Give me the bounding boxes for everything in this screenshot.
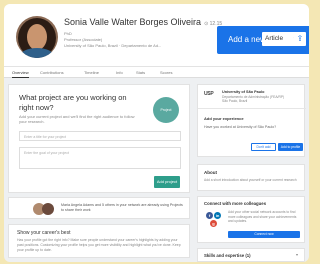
connect-title: Connect with more colleagues bbox=[204, 201, 267, 206]
experience-title: Add your experience bbox=[204, 116, 244, 121]
add-project-button[interactable]: Add project bbox=[154, 176, 180, 188]
upload-icon[interactable]: ⇪ bbox=[294, 32, 306, 46]
collaborator-avatar[interactable] bbox=[42, 203, 54, 215]
profile-affiliation[interactable]: University of São Paulo, Brazil · Depart… bbox=[64, 43, 161, 48]
institution-logo: USP bbox=[204, 91, 214, 97]
chevron-down-icon[interactable]: ▾ bbox=[296, 252, 298, 257]
skills-title-text: Skills and expertise bbox=[204, 253, 245, 258]
tab-info[interactable]: Info bbox=[116, 70, 123, 75]
profile-page: Sonia Valle Walter Borges Oliveira ⊙ 12.1… bbox=[4, 4, 309, 262]
avatar[interactable] bbox=[16, 16, 58, 58]
experience-question: Have you worked at University of São Pau… bbox=[204, 125, 277, 129]
career-card: Show your career's best Has your profile… bbox=[8, 224, 190, 258]
institution-name[interactable]: University of São Paulo bbox=[222, 90, 264, 94]
profile-name[interactable]: Sonia Valle Walter Borges Oliveira ⊙ 12.1… bbox=[64, 17, 222, 27]
add-to-profile-button[interactable]: Add to profile bbox=[278, 143, 303, 151]
tab-timeline[interactable]: Timeline bbox=[84, 70, 99, 75]
profile-position: Professor (Associate) bbox=[64, 37, 103, 42]
profile-header: Sonia Valle Walter Borges Oliveira ⊙ 12.1… bbox=[4, 4, 309, 66]
tab-contributions[interactable]: Contributions bbox=[40, 70, 64, 75]
divider bbox=[198, 108, 306, 109]
connect-card: Connect with more colleagues f in g Add … bbox=[197, 196, 305, 243]
about-text[interactable]: Add a short introduction about yourself … bbox=[204, 178, 302, 183]
tab-scores[interactable]: Scores bbox=[160, 70, 172, 75]
dont-add-button[interactable]: Don't add bbox=[251, 143, 276, 151]
project-card-description: Add your current project and we'll find … bbox=[19, 114, 135, 125]
google-plus-icon[interactable]: g bbox=[210, 220, 217, 227]
connect-now-button[interactable]: Connect now bbox=[228, 231, 300, 238]
institution-location: São Paulo, Brazil bbox=[222, 99, 248, 103]
institution-card: USP University of São Paulo Departamento… bbox=[197, 84, 306, 157]
linkedin-icon[interactable]: in bbox=[214, 212, 221, 219]
project-card-title: What project are you working on right no… bbox=[19, 93, 127, 112]
project-badge-icon: Project bbox=[153, 97, 179, 123]
skills-count: (1) bbox=[245, 253, 251, 258]
tab-overview[interactable]: Overview bbox=[12, 70, 29, 78]
avatar-face bbox=[27, 24, 47, 50]
avatar-shirt bbox=[20, 48, 54, 58]
skills-title[interactable]: Skills and expertise (1) bbox=[204, 253, 251, 258]
project-goal-input[interactable]: Enter the goal of your project bbox=[19, 147, 181, 169]
skills-card: Skills and expertise (1) ▾ bbox=[197, 248, 305, 262]
about-card: About Add a short introduction about you… bbox=[197, 164, 305, 191]
facebook-icon[interactable]: f bbox=[206, 212, 213, 219]
collaborators-text: Maria Angela Adams and 5 others in your … bbox=[61, 203, 183, 213]
profile-degree: PhD bbox=[64, 31, 72, 36]
add-new-type-value: Article bbox=[265, 35, 284, 42]
profile-name-text: Sonia Valle Walter Borges Oliveira bbox=[64, 17, 202, 27]
collaborators-card: Maria Angela Adams and 5 others in your … bbox=[8, 197, 190, 219]
project-title-input[interactable]: Enter a title for your project bbox=[19, 131, 181, 141]
career-text: Has your profile got the right info? Mak… bbox=[17, 238, 181, 252]
career-title: Show your career's best bbox=[17, 230, 71, 236]
tab-stats[interactable]: Stats bbox=[136, 70, 145, 75]
connect-text: Add your other social network accounts t… bbox=[228, 210, 297, 224]
profile-tabs: Overview Contributions Timeline Info Sta… bbox=[4, 66, 309, 78]
add-new-label: Add a new bbox=[228, 35, 266, 44]
project-card: What project are you working on right no… bbox=[8, 84, 190, 193]
about-title: About bbox=[204, 170, 217, 175]
